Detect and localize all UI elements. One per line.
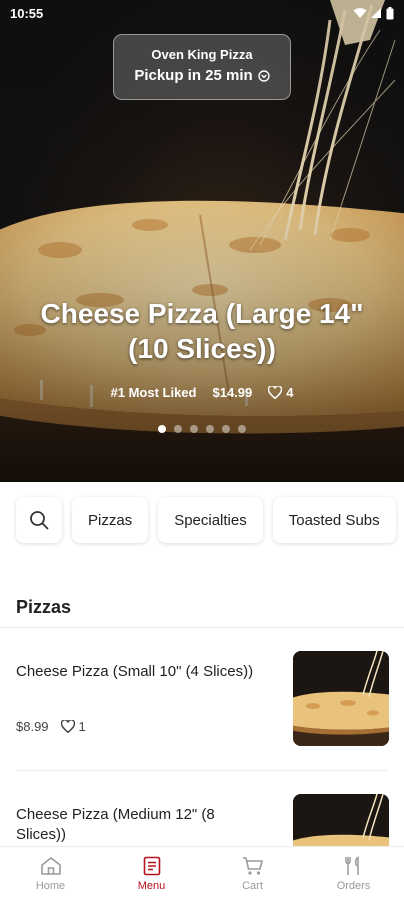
item-likes-count: 1: [78, 719, 86, 734]
pickup-time: Pickup in 25 min: [134, 67, 253, 84]
nav-cart[interactable]: Cart: [202, 847, 303, 900]
item-price: $8.99: [16, 719, 49, 734]
menu-item[interactable]: Cheese Pizza (Small 10" (4 Slices)) $8.9…: [0, 628, 404, 770]
status-time: 10:55: [10, 5, 44, 21]
chevron-down-circle-icon: [257, 69, 270, 82]
carousel-dot[interactable]: [174, 425, 182, 433]
featured-likes-count: 4: [286, 385, 294, 400]
category-bar: Pizzas Specialties Toasted Subs: [16, 497, 404, 543]
carousel-dot[interactable]: [190, 425, 198, 433]
category-chip-specialties[interactable]: Specialties: [158, 497, 263, 543]
store-name: Oven King Pizza: [151, 47, 253, 62]
menu-item[interactable]: Cheese Pizza (Medium 12" (8 Slices)): [0, 771, 404, 846]
cart-icon: [242, 856, 263, 875]
section-title: Pizzas: [16, 597, 72, 617]
carousel-dot[interactable]: [238, 425, 246, 433]
nav-label: Cart: [242, 879, 263, 892]
featured-likes[interactable]: 4: [268, 385, 293, 400]
carousel-indicator[interactable]: [0, 425, 404, 433]
orders-icon: [344, 855, 359, 875]
featured-item-banner[interactable]: 10:55 Oven King Pizza Pickup in 25 min C…: [0, 0, 404, 482]
featured-item-title: Cheese Pizza (Large 14" (10 Slices)): [40, 298, 364, 364]
item-likes[interactable]: 1: [60, 719, 86, 734]
home-icon: [40, 856, 61, 875]
nav-label: Menu: [137, 879, 166, 892]
nav-orders[interactable]: Orders: [303, 847, 404, 900]
battery-icon: [386, 6, 394, 19]
bottom-navigation: Home Menu Cart Orders: [0, 846, 404, 900]
search-button[interactable]: [16, 497, 62, 543]
featured-price: $14.99: [212, 385, 253, 400]
item-image: [293, 651, 389, 746]
status-bar: 10:55: [0, 0, 404, 26]
item-name: Cheese Pizza (Medium 12" (8 Slices)): [16, 806, 215, 844]
item-name: Cheese Pizza (Small 10" (4 Slices)): [16, 663, 254, 680]
featured-badge: #1 Most Liked: [110, 385, 197, 400]
featured-item-meta: #1 Most Liked $14.99 4: [0, 385, 404, 400]
wifi-icon: [353, 8, 367, 18]
nav-home[interactable]: Home: [0, 847, 101, 900]
menu-icon: [143, 856, 160, 875]
store-pickup-selector[interactable]: Oven King Pizza Pickup in 25 min: [113, 34, 291, 100]
category-chip-pizzas[interactable]: Pizzas: [72, 497, 149, 543]
carousel-dot[interactable]: [222, 425, 230, 433]
heart-icon: [60, 720, 75, 733]
item-meta: $8.99 1: [16, 719, 86, 734]
carousel-dot[interactable]: [158, 425, 166, 433]
category-chip-toasted-subs[interactable]: Toasted Subs: [272, 497, 396, 543]
item-image: [293, 794, 389, 846]
nav-menu[interactable]: Menu: [101, 847, 202, 900]
search-icon: [30, 511, 49, 530]
nav-label: Orders: [336, 879, 371, 892]
carousel-dot[interactable]: [206, 425, 214, 433]
nav-label: Home: [35, 879, 66, 892]
heart-icon: [268, 386, 283, 399]
signal-icon: [371, 8, 381, 18]
